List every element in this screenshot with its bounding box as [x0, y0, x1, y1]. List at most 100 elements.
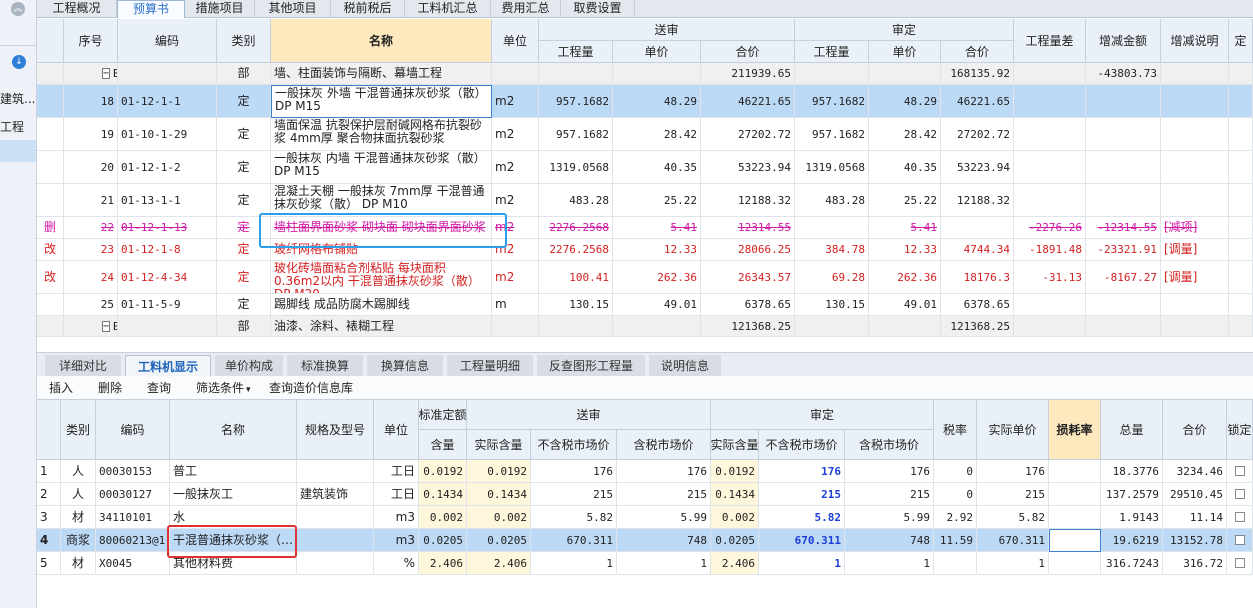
download-circle-icon[interactable]: ↓	[12, 55, 26, 69]
table-row[interactable]: 21 01-13-1-1 定混凝土天棚 一般抹灰 7mm厚 干混普通抹灰砂浆（散） …	[37, 184, 1253, 217]
tab-5[interactable]: 工料机汇总	[405, 0, 491, 18]
cell-note	[1161, 85, 1229, 118]
cell-s_price: 25.22	[613, 184, 701, 217]
table-row[interactable]: 3 材 34110101 水 m3 0.002 0.002 5.82 5.99 0.002 5.82…	[37, 506, 1253, 529]
lock-checkbox[interactable]	[1234, 558, 1245, 568]
insert-button[interactable]: 插入	[49, 376, 73, 400]
cell-a_in: 215	[845, 483, 934, 506]
lock-checkbox[interactable]	[1234, 512, 1245, 522]
bottom-tab-6[interactable]: 反查图形工程量	[537, 355, 645, 377]
top-tab-bar: 工程概况 预算书 措施项目 其他项目 税前税后 工料机汇总 费用汇总 取费设置	[37, 0, 1253, 18]
cell-name[interactable]: 墙、柱面装饰与隔断、幕墙工程	[271, 63, 492, 85]
bottom-tab-3[interactable]: 标准换算	[287, 355, 363, 377]
table-row[interactable]: 25 01-11-5-9 定踢脚线 成品防腐木踢脚线 m 130.15 49.01 6378…	[37, 294, 1253, 316]
cell-loss[interactable]	[1049, 460, 1101, 483]
cell-a_price: 49.01	[869, 294, 941, 316]
cell-name[interactable]: 一般抹灰 内墙 干混普通抹灰砂浆（散） DP M15	[271, 151, 492, 184]
cell-lock[interactable]	[1227, 483, 1253, 506]
table-row[interactable]: 1 人 00030153 普工 工日 0.0192 0.0192 176 176 0.0192 17…	[37, 460, 1253, 483]
lock-checkbox[interactable]	[1234, 489, 1245, 499]
sidebar-item-selected[interactable]	[0, 140, 36, 162]
query-button[interactable]: 查询	[147, 376, 171, 400]
lock-checkbox[interactable]	[1234, 535, 1245, 545]
bottom-tab-4[interactable]: 换算信息	[367, 355, 443, 377]
cell-name[interactable]: 一般抹灰 外墙 干混普通抹灰砂浆（散） DP M15	[271, 85, 492, 118]
cell-name[interactable]: 混凝土天棚 一般抹灰 7mm厚 干混普通抹灰砂浆（散） DP M10	[271, 184, 492, 217]
cell-name[interactable]: 干混普通抹灰砂浆（…	[170, 529, 297, 552]
cell-loss[interactable]	[1049, 506, 1101, 529]
cell-unit: m2	[492, 85, 539, 118]
bottom-tab-1[interactable]: 工料机显示	[125, 355, 211, 377]
cell-name[interactable]: 水	[170, 506, 297, 529]
cell-lock[interactable]	[1227, 460, 1253, 483]
table-row[interactable]: 20 01-12-1-2 定一般抹灰 内墙 干混普通抹灰砂浆（散） DP M15 m2…	[37, 151, 1253, 184]
cell-lock[interactable]	[1227, 529, 1253, 552]
table-row[interactable]: 改 23 01-12-1-8 定玻纤网格布铺贴 m2 2276.2568 12.33 2806…	[37, 239, 1253, 261]
cell-s_qty: 1319.0568	[539, 151, 613, 184]
filter-dropdown[interactable]: 筛选条件 ▾	[196, 376, 251, 400]
cell-s_total: 6378.65	[701, 294, 795, 316]
cell-change: -12314.55	[1086, 217, 1161, 239]
cell-note: [调量]	[1161, 261, 1229, 294]
cell-a_qty: 384.78	[795, 239, 869, 261]
tree-toggle-icon[interactable]: −	[102, 320, 111, 332]
sidebar-item-building[interactable]: 建筑...	[0, 88, 36, 110]
tree-toggle-icon[interactable]: −	[102, 68, 111, 79]
cell-unit_price: 1	[977, 552, 1049, 575]
cell-name[interactable]: 其他材料费	[170, 552, 297, 575]
bottom-tab-7[interactable]: 说明信息	[649, 355, 721, 377]
table-row[interactable]: 2 人 00030127 一般抹灰工 建筑装饰 工日 0.1434 0.1434 215 215 0…	[37, 483, 1253, 506]
cell-name[interactable]: 踢脚线 成品防腐木踢脚线	[271, 294, 492, 316]
cell-note	[1161, 118, 1229, 151]
cell-note	[1161, 63, 1229, 85]
tab-0[interactable]: 工程概况	[37, 0, 117, 18]
cell-lock[interactable]	[1227, 506, 1253, 529]
cell-name[interactable]: 墙面保温 抗裂保护层耐碱网格布抗裂砂浆 4mm厚 聚合物抹面抗裂砂浆	[271, 118, 492, 151]
tab-4[interactable]: 税前税后	[331, 0, 405, 18]
table-row[interactable]: 删 22 01-12-1-13 定墙柱面界面砂浆 砌块面 砌块面界面砂浆 m2 2276.…	[37, 217, 1253, 239]
cell-loss[interactable]	[1049, 552, 1101, 575]
cell-name[interactable]: 玻化砖墙面粘合剂粘贴 每块面积 0.36m2以内 干混普通抹灰砂浆（散） DP …	[271, 261, 492, 294]
delete-button[interactable]: 删除	[98, 376, 122, 400]
table-row[interactable]: 19 01-10-1-29 定墙面保温 抗裂保护层耐碱网格布抗裂砂浆 4mm厚 聚合…	[37, 118, 1253, 151]
cell-loss[interactable]	[1049, 483, 1101, 506]
cell-content: 0.002	[419, 506, 467, 529]
tab-7[interactable]: 取费设置	[561, 0, 635, 18]
cell-s_qty: 957.1682	[539, 118, 613, 151]
tab-1[interactable]: 预算书	[117, 0, 185, 18]
table-row[interactable]: 5 材 X0045 其他材料费% 2.406 2.406 1 1 2.406 1 1 1 316.724…	[37, 552, 1253, 575]
table-row[interactable]: 4 商浆 80060213@1 干混普通抹灰砂浆（… m3 0.0205 0.0205 670…	[37, 529, 1253, 552]
table-row[interactable]: 改 24 01-12-4-34 定玻化砖墙面粘合剂粘贴 每块面积 0.36m2以内 干…	[37, 261, 1253, 294]
cell-s_price	[613, 63, 701, 85]
cell-name[interactable]: 一般抹灰工	[170, 483, 297, 506]
price-library-button[interactable]: 查询造价信息库	[269, 376, 353, 400]
bottom-tab-5[interactable]: 工程量明细	[447, 355, 533, 377]
tab-2[interactable]: 措施项目	[185, 0, 255, 18]
cell-seq: 23	[64, 239, 118, 261]
cell-loss[interactable]	[1049, 529, 1101, 552]
cell-name[interactable]: 墙柱面界面砂浆 砌块面 砌块面界面砂浆	[271, 217, 492, 239]
cell-seq: −B5	[64, 63, 118, 85]
cell-mark: 改	[37, 261, 64, 294]
bottom-tab-2[interactable]: 单价构成	[215, 355, 283, 377]
tab-6[interactable]: 费用汇总	[491, 0, 561, 18]
table-row[interactable]: 18 01-12-1-1 定一般抹灰 外墙 干混普通抹灰砂浆（散） DP M15 m2…	[37, 85, 1253, 118]
tab-3[interactable]: 其他项目	[255, 0, 331, 18]
sidebar-item-project[interactable]: 工程	[0, 116, 36, 138]
table-row[interactable]: −B6 部油漆、涂料、裱糊工程 121368.25 121368.25	[37, 316, 1253, 337]
cell-total_qty: 1.9143	[1101, 506, 1163, 529]
cell-total_qty: 316.7243	[1101, 552, 1163, 575]
cell-unit: m2	[492, 151, 539, 184]
cell-name[interactable]: 玻纤网格布铺贴	[271, 239, 492, 261]
bottom-tab-0[interactable]: 详细对比	[45, 355, 121, 377]
cell-s_ex: 1	[531, 552, 617, 575]
header-lock: 锁定	[1227, 400, 1253, 460]
lock-checkbox[interactable]	[1234, 466, 1245, 476]
header-a_total: 合价	[941, 41, 1014, 63]
header-s_qty: 工程量	[539, 41, 613, 63]
cell-name[interactable]: 普工	[170, 460, 297, 483]
cell-name[interactable]: 油漆、涂料、裱糊工程	[271, 316, 492, 337]
table-row[interactable]: −B5 部墙、柱面装饰与隔断、幕墙工程 211939.65 168135.92 -438…	[37, 63, 1253, 85]
chevron-up-circle-icon[interactable]: ︽	[11, 2, 25, 16]
cell-lock[interactable]	[1227, 552, 1253, 575]
